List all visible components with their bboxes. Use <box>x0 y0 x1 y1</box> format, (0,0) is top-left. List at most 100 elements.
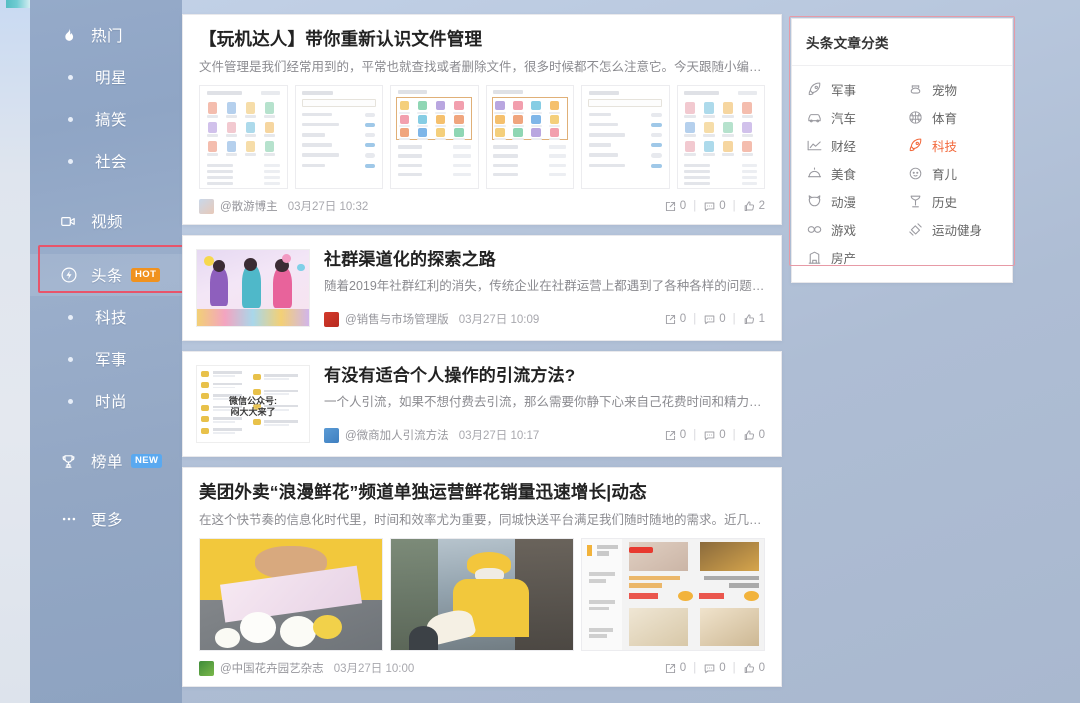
article-description: 一个人引流，如果不想付费去引流，那么需要你静下心来自己花费时间和精力来引... <box>324 395 765 410</box>
separator: | <box>732 200 736 212</box>
article-thumbnail[interactable] <box>581 85 670 189</box>
categories-grid[interactable]: 军事 宠物汽车 体育财经 科技美食 育儿 动漫 历史游戏 运动健身房产 <box>792 66 1012 282</box>
category-label: 历史 <box>932 195 958 210</box>
category-label: 运动健身 <box>932 223 983 238</box>
article-meta: @微商加人引流方法 03月27日 10:17 0 | 0 | 0 <box>324 427 765 443</box>
separator: | <box>693 200 697 212</box>
sidebar-item-label: 视频 <box>91 214 124 231</box>
article-thumbnail[interactable] <box>390 85 479 189</box>
share-count[interactable]: 0 <box>664 662 686 675</box>
rocket-icon <box>806 82 825 97</box>
article-thumbnail[interactable] <box>196 249 310 327</box>
separator: | <box>732 429 736 441</box>
article-title[interactable]: 美团外卖“浪漫鲜花”频道单独运营鲜花销量迅速增长|动态 <box>199 482 765 504</box>
comment-count[interactable]: 0 <box>703 662 726 675</box>
article-title[interactable]: 有没有适合个人操作的引流方法? <box>324 365 765 386</box>
category-item-房产[interactable]: 房产 <box>806 244 907 270</box>
like-icon <box>743 313 756 326</box>
gamepad-icon <box>806 222 825 237</box>
article-card[interactable]: 社群渠道化的探索之路 随着2019年社群红利的消失，传统企业在社群运营上都遇到了各… <box>182 235 782 341</box>
category-item-体育[interactable]: 体育 <box>907 104 1008 130</box>
sidebar-item-军事[interactable]: 军事 <box>30 338 182 380</box>
sidebar-item-label: 明星 <box>95 70 128 87</box>
separator: | <box>732 662 736 674</box>
sidebar-item-明星[interactable]: 明星 <box>30 56 182 98</box>
article-thumbnail[interactable] <box>390 538 574 651</box>
category-label: 科技 <box>932 139 958 154</box>
trophy-icon <box>60 453 82 470</box>
category-item-汽车[interactable]: 汽车 <box>806 104 907 130</box>
article-title[interactable]: 社群渠道化的探索之路 <box>324 249 765 270</box>
like-count[interactable]: 0 <box>743 429 765 442</box>
category-label: 汽车 <box>831 111 857 126</box>
article-meta: @中国花卉园艺杂志 03月27日 10:00 0 | 0 | 0 <box>199 660 765 676</box>
bullet-dot-icon <box>64 314 86 320</box>
comment-count[interactable]: 0 <box>703 200 726 213</box>
category-label: 财经 <box>831 139 857 154</box>
category-item-育儿[interactable]: 育儿 <box>907 160 1008 186</box>
category-label: 游戏 <box>831 223 857 238</box>
sidebar-item-社会[interactable]: 社会 <box>30 140 182 182</box>
category-item-财经[interactable]: 财经 <box>806 132 907 158</box>
ellipsis-icon <box>60 510 82 528</box>
article-author: @散游博主 <box>220 201 278 213</box>
article-card[interactable]: 微信公众号: 闷大大来了 有没有适合个人操作的引流方法? 一个人引流，如果不想付费去引… <box>182 351 782 457</box>
avatar <box>324 427 339 443</box>
comment-icon <box>703 662 716 675</box>
comment-count[interactable]: 0 <box>703 313 726 326</box>
comment-count[interactable]: 0 <box>703 429 726 442</box>
category-item-运动健身[interactable]: 运动健身 <box>907 216 1008 242</box>
share-count[interactable]: 0 <box>664 313 686 326</box>
dumbbell-icon <box>907 222 926 237</box>
article-thumbnail[interactable]: 微信公众号: 闷大大来了 <box>196 365 310 443</box>
sidebar-item-label: 榜单 <box>91 454 124 471</box>
article-thumbnail[interactable] <box>294 85 383 189</box>
article-thumbnail[interactable] <box>581 538 765 651</box>
share-count[interactable]: 0 <box>664 200 686 213</box>
category-item-美食[interactable]: 美食 <box>806 160 907 186</box>
sidebar-item-label: 热门 <box>91 28 124 45</box>
like-count[interactable]: 1 <box>743 313 765 326</box>
car-icon <box>806 110 825 125</box>
basketball-icon <box>907 110 926 125</box>
sidebar-item-label: 更多 <box>91 512 124 529</box>
share-count[interactable]: 0 <box>664 429 686 442</box>
sidebar-item-科技[interactable]: 科技 <box>30 296 182 338</box>
article-stats: 0 | 0 | 2 <box>664 200 765 213</box>
share-count-value: 0 <box>679 662 687 674</box>
article-title[interactable]: 【玩机达人】带你重新认识文件管理 <box>199 29 765 51</box>
category-item-游戏[interactable]: 游戏 <box>806 216 907 242</box>
sidebar-item-时尚[interactable]: 时尚 <box>30 380 182 422</box>
sidebar-item-视频[interactable]: 视频 <box>30 200 182 242</box>
sidebar-item-搞笑[interactable]: 搞笑 <box>30 98 182 140</box>
category-label: 房产 <box>831 251 857 266</box>
article-thumbnail[interactable] <box>485 85 574 189</box>
sidebar-item-label: 科技 <box>95 310 128 327</box>
article-thumbnail[interactable] <box>676 85 765 189</box>
category-item-科技[interactable]: 科技 <box>907 132 1008 158</box>
article-thumbnail[interactable] <box>199 85 288 189</box>
article-body: 社群渠道化的探索之路 随着2019年社群红利的消失，传统企业在社群运营上都遇到了各… <box>324 249 765 327</box>
article-card[interactable]: 美团外卖“浪漫鲜花”频道单独运营鲜花销量迅速增长|动态 在这个快节奏的信息化时代里… <box>182 467 782 687</box>
sidebar-item-头条[interactable]: 头条 HOT <box>30 254 182 296</box>
category-item-军事[interactable]: 军事 <box>806 76 907 102</box>
article-thumbnail[interactable] <box>199 538 383 651</box>
article-card[interactable]: 【玩机达人】带你重新认识文件管理 文件管理是我们经常用到的，平常也就查找或者删除文… <box>182 14 782 225</box>
category-item-历史[interactable]: 历史 <box>907 188 1008 214</box>
video-camera-icon <box>60 213 82 230</box>
window-corner-artifact <box>6 0 30 8</box>
sidebar-item-热门[interactable]: 热门 <box>30 14 182 56</box>
window-left-edge <box>0 0 30 703</box>
like-count-value: 0 <box>758 662 765 674</box>
sidebar-navigation[interactable]: 热门明星搞笑 社会视频头条 HOT 科技军事 时尚榜单 NEW 更多 <box>30 0 182 703</box>
flame-icon <box>60 27 82 44</box>
sidebar-item-更多[interactable]: 更多 <box>30 498 182 540</box>
rocket-icon <box>907 138 926 153</box>
category-item-宠物[interactable]: 宠物 <box>907 76 1008 102</box>
sidebar-item-榜单[interactable]: 榜单 NEW <box>30 440 182 482</box>
like-count[interactable]: 0 <box>743 662 765 675</box>
article-date: 03月27日 10:32 <box>287 201 369 213</box>
like-count[interactable]: 2 <box>743 200 765 213</box>
category-label: 宠物 <box>932 83 958 98</box>
category-item-动漫[interactable]: 动漫 <box>806 188 907 214</box>
